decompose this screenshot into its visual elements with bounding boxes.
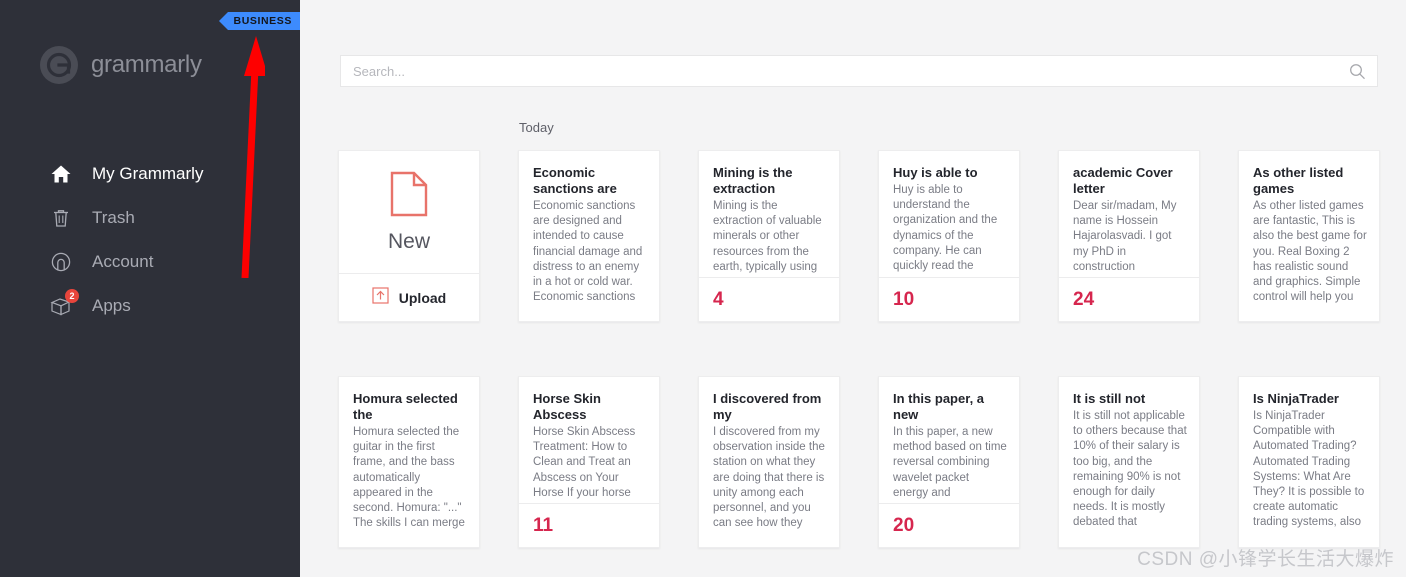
- document-card[interactable]: Horse Skin Abscess Horse Skin Abscess Tr…: [518, 376, 660, 548]
- sidebar-item-account[interactable]: Account: [48, 240, 288, 284]
- document-card[interactable]: Huy is able to Huy is able to understand…: [878, 150, 1020, 322]
- document-score: 24: [1073, 288, 1095, 310]
- document-title: Homura selected the: [353, 391, 458, 422]
- document-preview: academic Cover letter Dear sir/madam, My…: [1059, 151, 1199, 277]
- sidebar-item-label: My Grammarly: [92, 164, 204, 183]
- document-snippet: Is NinjaTrader Compatible with Automated…: [1253, 410, 1365, 529]
- document-title: Huy is able to: [893, 165, 978, 180]
- document-preview: Horse Skin Abscess Horse Skin Abscess Tr…: [519, 377, 659, 503]
- brand-name: grammarly: [91, 51, 202, 78]
- search-input[interactable]: [341, 63, 1337, 79]
- document-footer: 10: [879, 277, 1019, 321]
- sidebar-item-label: Trash: [92, 208, 135, 227]
- document-footer: 4: [699, 277, 839, 321]
- upload-button[interactable]: Upload: [339, 273, 479, 321]
- search-bar[interactable]: [340, 55, 1378, 87]
- document-footer: 24: [1059, 277, 1199, 321]
- document-preview: Homura selected the Homura selected the …: [339, 377, 479, 547]
- sidebar-item-label: Apps: [92, 296, 131, 315]
- sidebar-item-my-grammarly[interactable]: My Grammarly: [48, 152, 288, 196]
- account-icon: [48, 249, 74, 275]
- document-footer: 20: [879, 503, 1019, 547]
- document-preview: I discovered from my I discovered from m…: [699, 377, 839, 547]
- document-card[interactable]: Mining is the extraction Mining is the e…: [698, 150, 840, 322]
- sidebar-item-apps[interactable]: 2 Apps: [48, 284, 288, 328]
- document-title: Is NinjaTrader: [1253, 391, 1339, 406]
- upload-arrow-icon: [372, 286, 389, 309]
- document-card[interactable]: academic Cover letter Dear sir/madam, My…: [1058, 150, 1200, 322]
- business-badge-label: BUSINESS: [233, 15, 292, 27]
- document-preview: Mining is the extraction Mining is the e…: [699, 151, 839, 277]
- sidebar-item-label: Account: [92, 252, 154, 271]
- document-title: Mining is the extraction: [713, 165, 793, 196]
- document-snippet: Homura selected the guitar in the first …: [353, 426, 465, 530]
- document-score: 20: [893, 514, 915, 536]
- document-card[interactable]: Economic sanctions are Economic sanction…: [518, 150, 660, 322]
- section-label-today: Today: [519, 120, 554, 135]
- document-snippet: Horse Skin Abscess Treatment: How to Cle…: [533, 426, 636, 499]
- document-card[interactable]: As other listed games As other listed ga…: [1238, 150, 1380, 322]
- apps-box-icon: 2: [48, 289, 79, 319]
- document-title: Horse Skin Abscess: [533, 391, 601, 422]
- document-snippet: Huy is able to understand the organizati…: [893, 184, 998, 273]
- upload-label: Upload: [398, 289, 447, 306]
- document-title: academic Cover letter: [1073, 165, 1173, 196]
- document-preview: As other listed games As other listed ga…: [1239, 151, 1379, 321]
- document-card[interactable]: It is still not It is still not applicab…: [1058, 376, 1200, 548]
- new-document-button[interactable]: New: [339, 151, 479, 273]
- document-footer: 11: [519, 503, 659, 547]
- watermark: CSDN @小锋学长生活大爆炸: [1137, 549, 1394, 570]
- business-plan-badge[interactable]: BUSINESS: [218, 12, 300, 30]
- document-card[interactable]: Is NinjaTrader Is NinjaTrader Compatible…: [1238, 376, 1380, 548]
- document-snippet: Dear sir/madam, My name is Hossein Hajar…: [1073, 200, 1177, 273]
- document-card[interactable]: In this paper, a new In this paper, a ne…: [878, 376, 1020, 548]
- document-snippet: As other listed games are fantastic, Thi…: [1253, 200, 1367, 304]
- document-page-icon: [389, 171, 429, 222]
- document-snippet: It is still not applicable to others bec…: [1073, 410, 1187, 529]
- document-title: It is still not: [1073, 391, 1146, 406]
- sidebar-nav: My Grammarly Trash Account 2 Apps: [48, 152, 288, 328]
- document-preview: Economic sanctions are Economic sanction…: [519, 151, 659, 321]
- grammarly-g-icon: [40, 46, 78, 84]
- document-card[interactable]: Homura selected the Homura selected the …: [338, 376, 480, 548]
- new-document-card[interactable]: New Upload: [338, 150, 480, 322]
- document-snippet: Mining is the extraction of valuable min…: [713, 200, 822, 273]
- search-icon[interactable]: [1337, 56, 1377, 86]
- documents-grid: New Upload Economic sanctions are Econom…: [338, 150, 1398, 548]
- sidebar: BUSINESS grammarly My Grammarly Trash Ac…: [0, 0, 300, 577]
- document-preview: It is still not It is still not applicab…: [1059, 377, 1199, 547]
- document-card[interactable]: I discovered from my I discovered from m…: [698, 376, 840, 548]
- document-score: 4: [713, 288, 724, 310]
- document-title: I discovered from my: [713, 391, 822, 422]
- document-title: In this paper, a new: [893, 391, 985, 422]
- home-icon: [48, 161, 74, 187]
- sidebar-item-trash[interactable]: Trash: [48, 196, 288, 240]
- main-content: Today New: [300, 0, 1406, 577]
- apps-badge-count: 2: [65, 289, 79, 303]
- app-root: BUSINESS grammarly My Grammarly Trash Ac…: [0, 0, 1406, 577]
- document-title: Economic sanctions are: [533, 165, 617, 196]
- document-snippet: I discovered from my observation inside …: [713, 426, 825, 530]
- trash-icon: [48, 205, 74, 231]
- document-title: As other listed games: [1253, 165, 1344, 196]
- document-snippet: Economic sanctions are designed and inte…: [533, 200, 643, 304]
- document-snippet: In this paper, a new method based on tim…: [893, 426, 1007, 499]
- document-score: 10: [893, 288, 915, 310]
- document-preview: Is NinjaTrader Is NinjaTrader Compatible…: [1239, 377, 1379, 547]
- brand-logo[interactable]: grammarly: [40, 46, 202, 84]
- document-score: 11: [533, 514, 554, 536]
- document-preview: In this paper, a new In this paper, a ne…: [879, 377, 1019, 503]
- new-label: New: [387, 229, 430, 253]
- document-preview: Huy is able to Huy is able to understand…: [879, 151, 1019, 277]
